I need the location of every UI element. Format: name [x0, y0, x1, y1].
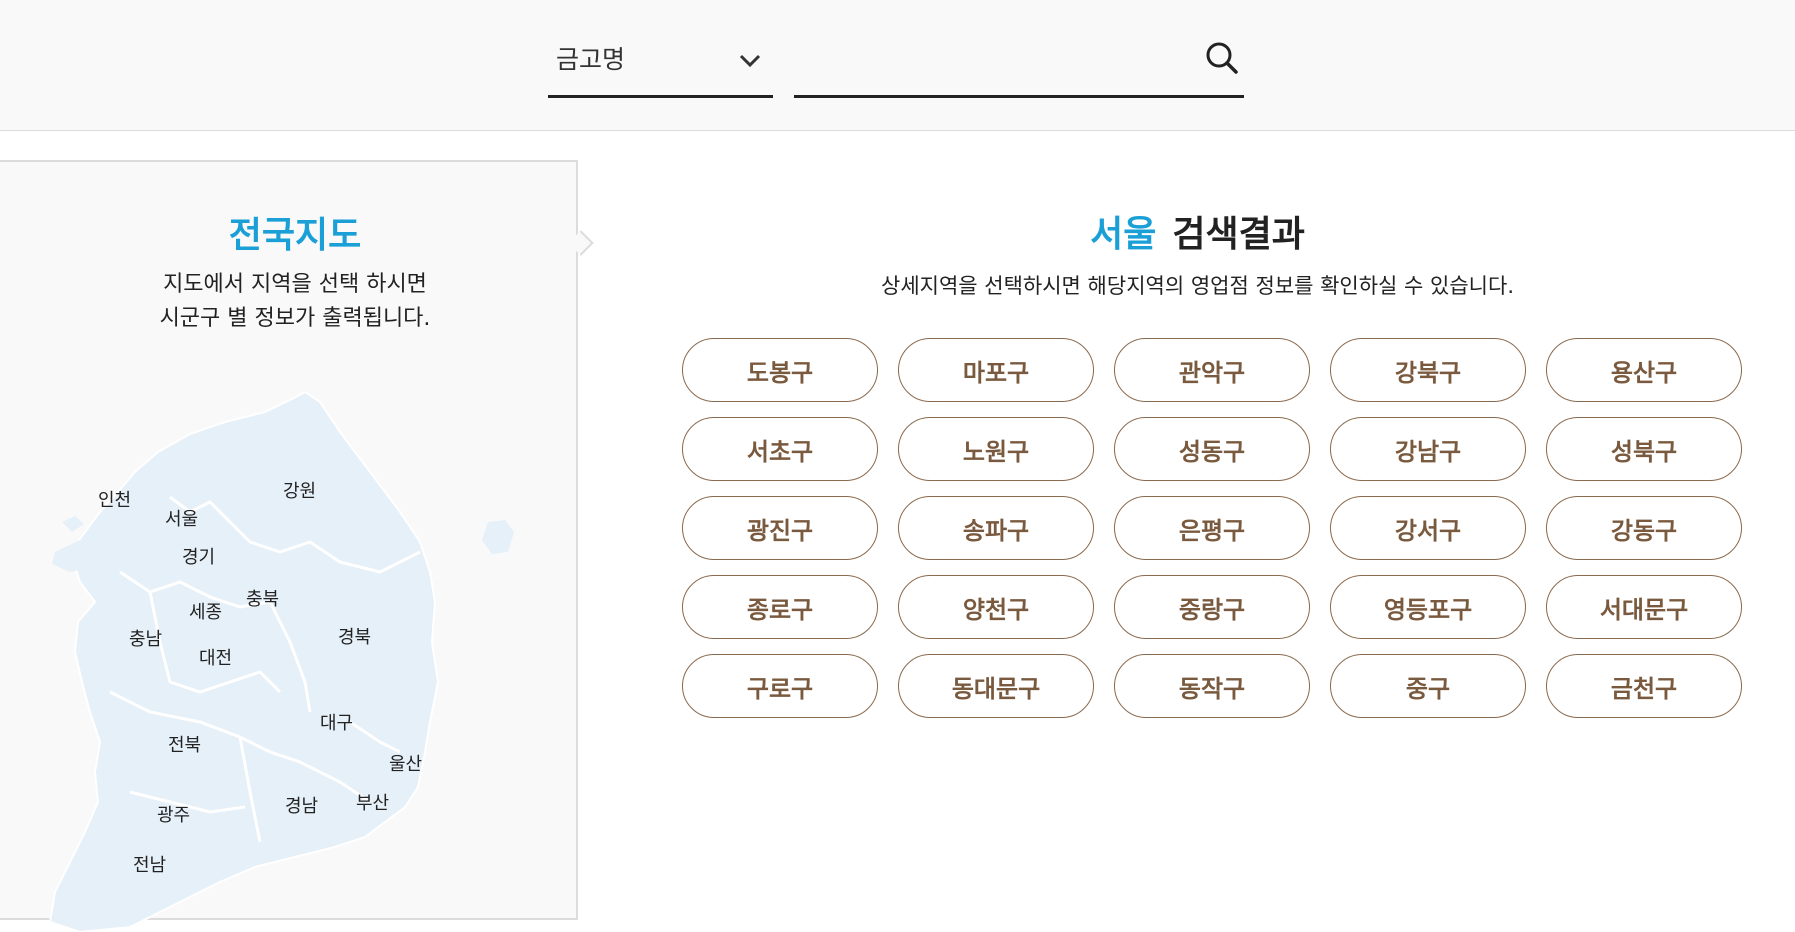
district-button[interactable]: 도봉구: [682, 338, 878, 402]
region-label-daegu[interactable]: 대구: [320, 709, 353, 735]
district-button[interactable]: 중랑구: [1114, 575, 1310, 639]
national-map-panel: 전국지도 지도에서 지역을 선택 하시면 시군구 별 정보가 출력됩니다. 인천…: [0, 160, 578, 932]
district-button[interactable]: 강북구: [1330, 338, 1526, 402]
district-button[interactable]: 성북구: [1546, 417, 1742, 481]
district-button[interactable]: 관악구: [1114, 338, 1310, 402]
region-label-incheon[interactable]: 인천: [98, 486, 131, 512]
map-desc-line-1: 지도에서 지역을 선택 하시면: [163, 272, 427, 297]
district-button[interactable]: 용산구: [1546, 338, 1742, 402]
district-button[interactable]: 강남구: [1330, 417, 1526, 481]
district-button[interactable]: 강서구: [1330, 496, 1526, 560]
region-label-gyeonggi[interactable]: 경기: [182, 543, 215, 569]
region-label-gyeongbuk[interactable]: 경북: [338, 623, 371, 649]
district-button[interactable]: 마포구: [898, 338, 1094, 402]
district-button[interactable]: 강동구: [1546, 496, 1742, 560]
region-label-daejeon[interactable]: 대전: [199, 644, 232, 670]
category-select-value: 금고명: [556, 45, 626, 74]
district-button[interactable]: 종로구: [682, 575, 878, 639]
region-label-chungnam[interactable]: 충남: [129, 625, 162, 651]
korea-map-image: [48, 392, 514, 932]
search-icon[interactable]: [1200, 36, 1244, 80]
selected-region: 서울: [1090, 214, 1157, 255]
district-button[interactable]: 성동구: [1114, 417, 1310, 481]
district-button[interactable]: 영등포구: [1330, 575, 1526, 639]
region-label-gangwon[interactable]: 강원: [283, 477, 316, 503]
region-label-sejong[interactable]: 세종: [189, 598, 222, 624]
region-label-ulsan[interactable]: 울산: [389, 750, 422, 776]
district-button[interactable]: 금천구: [1546, 654, 1742, 718]
result-description: 상세지역을 선택하시면 해당지역의 영업점 정보를 확인하실 수 있습니다.: [881, 274, 1514, 298]
map-desc-line-2: 시군구 별 정보가 출력됩니다.: [159, 306, 431, 331]
district-button[interactable]: 양천구: [898, 575, 1094, 639]
district-button[interactable]: 은평구: [1114, 496, 1310, 560]
region-label-jeonnam[interactable]: 전남: [133, 851, 166, 877]
district-button[interactable]: 광진구: [682, 496, 878, 560]
search-field: [794, 26, 1244, 98]
district-button[interactable]: 동작구: [1114, 654, 1310, 718]
region-label-busan[interactable]: 부산: [356, 789, 389, 815]
region-label-chungbuk[interactable]: 충북: [246, 585, 279, 611]
search-bar: 금고명: [0, 0, 1795, 131]
district-button-grid: 도봉구 마포구 관악구 강북구 용산구 서초구 노원구 성동구 강남구 성북구 …: [682, 338, 1742, 718]
region-label-jeonbuk[interactable]: 전북: [168, 731, 201, 757]
district-button[interactable]: 동대문구: [898, 654, 1094, 718]
result-title: 서울 검색결과: [600, 205, 1795, 257]
region-label-gwangju[interactable]: 광주: [157, 801, 190, 827]
region-label-seoul[interactable]: 서울: [165, 505, 198, 531]
map-title: 전국지도: [228, 215, 362, 256]
result-title-suffix: 검색결과: [1172, 214, 1305, 255]
category-select[interactable]: 금고명: [548, 26, 773, 98]
district-button[interactable]: 서초구: [682, 417, 878, 481]
district-button[interactable]: 중구: [1330, 654, 1526, 718]
map-description: 지도에서 지역을 선택 하시면 시군구 별 정보가 출력됩니다.: [0, 268, 590, 336]
region-label-gyeongnam[interactable]: 경남: [285, 792, 318, 818]
district-button[interactable]: 구로구: [682, 654, 878, 718]
chevron-down-icon: [739, 54, 761, 68]
search-input[interactable]: [794, 36, 1178, 78]
district-button[interactable]: 서대문구: [1546, 575, 1742, 639]
district-button[interactable]: 노원구: [898, 417, 1094, 481]
district-button[interactable]: 송파구: [898, 496, 1094, 560]
